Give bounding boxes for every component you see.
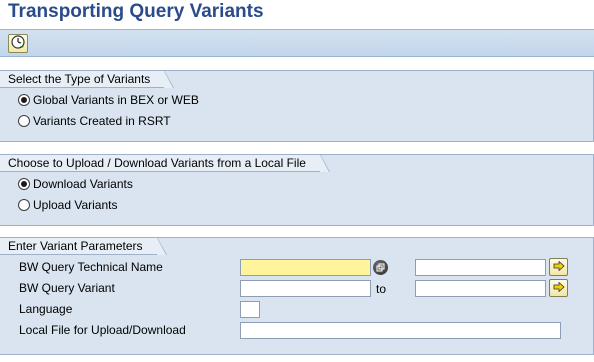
local-file-input[interactable] xyxy=(240,322,561,339)
radio-rsrt-variants-label: Variants Created in RSRT xyxy=(33,114,171,128)
radio-download-variants-label: Download Variants xyxy=(33,177,133,191)
radio-global-variants[interactable]: Global Variants in BEX or WEB xyxy=(18,92,199,108)
radio-button[interactable] xyxy=(18,115,30,127)
value-help-button[interactable] xyxy=(373,260,388,275)
local-file-label: Local File for Upload/Download xyxy=(19,323,186,337)
multiple-selection-button[interactable] xyxy=(549,258,568,276)
title-bar: Transporting Query Variants xyxy=(0,0,594,26)
group-variant-type: Select the Type of Variants Global Varia… xyxy=(0,70,594,142)
tech-name-label: BW Query Technical Name xyxy=(19,260,163,274)
query-variant-input[interactable] xyxy=(240,280,371,297)
group-upload-download: Choose to Upload / Download Variants fro… xyxy=(0,154,594,226)
language-label: Language xyxy=(19,302,73,316)
execute-button[interactable] xyxy=(8,34,28,53)
group-variant-type-header: Select the Type of Variants xyxy=(0,70,175,88)
execute-clock-icon xyxy=(11,35,25,52)
radio-button[interactable] xyxy=(18,199,30,211)
radio-upload-variants[interactable]: Upload Variants xyxy=(18,197,118,213)
group-variant-parameters: Enter Variant Parameters BW Query Techni… xyxy=(0,237,594,355)
application-toolbar xyxy=(0,29,594,57)
radio-download-variants[interactable]: Download Variants xyxy=(18,176,133,192)
to-label: to xyxy=(376,282,387,296)
query-variant-label: BW Query Variant xyxy=(19,281,115,295)
page-title: Transporting Query Variants xyxy=(8,1,264,22)
tech-name-input[interactable] xyxy=(240,259,371,276)
radio-upload-variants-label: Upload Variants xyxy=(33,198,118,212)
language-input[interactable] xyxy=(240,301,260,318)
radio-global-variants-label: Global Variants in BEX or WEB xyxy=(33,93,199,107)
tech-name-to-input[interactable] xyxy=(415,259,546,276)
main-area: Select the Type of Variants Global Varia… xyxy=(0,57,594,362)
arrow-right-icon xyxy=(553,281,565,295)
radio-button[interactable] xyxy=(18,94,30,106)
multiple-selection-button[interactable] xyxy=(549,279,568,297)
query-variant-to-input[interactable] xyxy=(415,280,546,297)
arrow-right-icon xyxy=(553,260,565,274)
radio-rsrt-variants[interactable]: Variants Created in RSRT xyxy=(18,113,171,129)
group-variant-parameters-header: Enter Variant Parameters xyxy=(0,237,167,255)
radio-button[interactable] xyxy=(18,178,30,190)
value-help-icon xyxy=(376,261,385,275)
group-upload-download-header: Choose to Upload / Download Variants fro… xyxy=(0,154,330,172)
